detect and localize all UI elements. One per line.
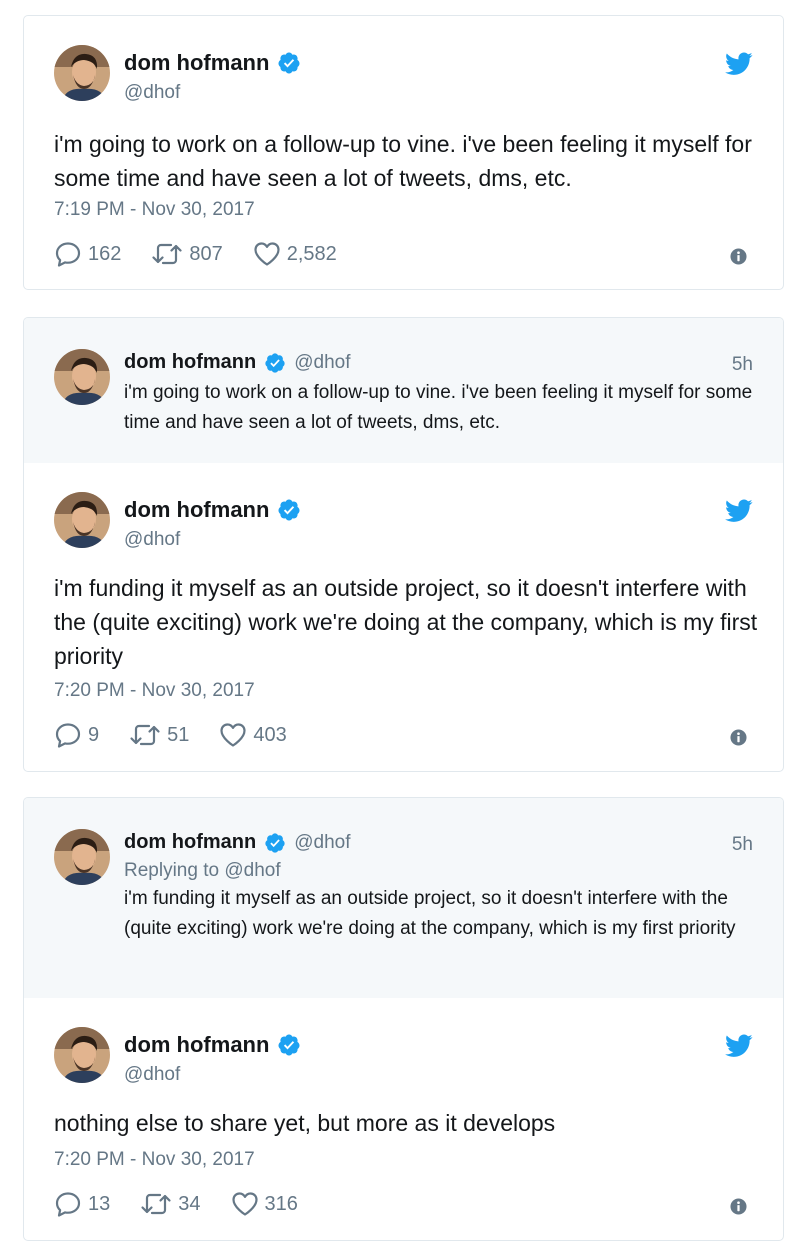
verified-badge-icon [277, 51, 301, 75]
author-handle[interactable]: @dhof [294, 832, 350, 854]
author-name-text[interactable]: dom hofmann [124, 497, 269, 523]
info-icon[interactable] [730, 1198, 747, 1215]
retweet-icon [129, 721, 161, 749]
tweet-text: i'm funding it myself as an outside proj… [54, 575, 758, 669]
twitter-bird-icon[interactable] [725, 1034, 753, 1058]
reply-button[interactable]: 9 [54, 721, 99, 749]
like-icon [231, 1190, 259, 1218]
like-icon [253, 240, 281, 268]
like-button[interactable]: 316 [231, 1190, 298, 1218]
reply-button[interactable]: 162 [54, 240, 121, 268]
tweet-card: dom hofmann @dhof i'm going to work on a… [23, 15, 784, 290]
twitter-bird-icon[interactable] [725, 52, 753, 76]
retweet-button[interactable]: 34 [140, 1190, 201, 1218]
reply-count: 13 [88, 1192, 111, 1215]
author-handle[interactable]: @dhof [124, 82, 180, 104]
like-button[interactable]: 2,582 [253, 240, 337, 268]
retweet-icon [140, 1190, 172, 1218]
like-icon [219, 721, 247, 749]
author-handle[interactable]: @dhof [124, 1064, 180, 1086]
author-handle[interactable]: @dhof [294, 352, 350, 374]
tweet: dom hofmann @dhof i'm funding it myself … [24, 463, 783, 772]
avatar[interactable] [54, 829, 110, 885]
author-name[interactable]: dom hofmann [124, 497, 301, 523]
author-name[interactable]: dom hofmann [124, 831, 256, 854]
tweet-actions: 9 51 403 [54, 721, 317, 749]
parent-tweet-age[interactable]: 5h [732, 354, 753, 376]
parent-tweet-text: i'm going to work on a follow-up to vine… [124, 382, 753, 433]
avatar[interactable] [54, 45, 110, 101]
tweet-timestamp[interactable]: 7:20 PM - Nov 30, 2017 [54, 680, 255, 702]
parent-tweet[interactable]: dom hofmann @dhof 5h Replying to @dhof i… [24, 798, 783, 998]
avatar[interactable] [54, 492, 110, 548]
retweet-count: 34 [178, 1192, 201, 1215]
like-count: 403 [253, 723, 287, 746]
tweet-text: nothing else to share yet, but more as i… [54, 1110, 556, 1136]
reply-icon [54, 1190, 82, 1218]
retweet-count: 51 [167, 723, 190, 746]
twitter-bird-icon[interactable] [725, 499, 753, 523]
retweet-button[interactable]: 807 [151, 240, 223, 268]
parent-tweet-header: dom hofmann @dhof [124, 351, 351, 374]
retweet-icon [151, 240, 183, 268]
reply-icon [54, 240, 82, 268]
author-name-text[interactable]: dom hofmann [124, 1032, 269, 1058]
like-count: 316 [264, 1192, 298, 1215]
replying-to[interactable]: Replying to @dhof [124, 860, 281, 882]
reply-icon [54, 721, 82, 749]
reply-count: 162 [88, 242, 122, 265]
tweet: dom hofmann @dhof nothing else to share … [24, 998, 783, 1241]
parent-tweet-text: i'm funding it myself as an outside proj… [124, 888, 736, 939]
verified-badge-icon [277, 498, 301, 522]
author-name-text[interactable]: dom hofmann [124, 50, 269, 76]
retweet-button[interactable]: 51 [129, 721, 189, 749]
tweet-timestamp[interactable]: 7:19 PM - Nov 30, 2017 [54, 199, 255, 221]
reply-button[interactable]: 13 [54, 1190, 110, 1218]
verified-badge-icon [264, 832, 286, 854]
parent-tweet-header: dom hofmann @dhof [124, 831, 351, 854]
tweet-actions: 13 34 316 [54, 1190, 328, 1218]
tweet-timestamp[interactable]: 7:20 PM - Nov 30, 2017 [54, 1149, 255, 1171]
parent-tweet-age[interactable]: 5h [732, 834, 753, 856]
tweet-text: i'm going to work on a follow-up to vine… [54, 131, 752, 191]
verified-badge-icon [264, 352, 286, 374]
reply-count: 9 [88, 723, 100, 746]
like-count: 2,582 [286, 242, 337, 265]
author-name[interactable]: dom hofmann [124, 50, 301, 76]
parent-tweet[interactable]: dom hofmann @dhof 5h i'm going to work o… [24, 318, 783, 463]
author-handle[interactable]: @dhof [124, 529, 180, 551]
tweet-actions: 162 807 2,582 [54, 240, 367, 268]
avatar[interactable] [54, 349, 110, 405]
info-icon[interactable] [730, 248, 747, 265]
like-button[interactable]: 403 [219, 721, 287, 749]
author-name[interactable]: dom hofmann [124, 351, 256, 374]
avatar[interactable] [54, 1027, 110, 1083]
author-name[interactable]: dom hofmann [124, 1032, 301, 1058]
tweet-card: dom hofmann @dhof 5h i'm going to work o… [23, 317, 784, 772]
verified-badge-icon [277, 1033, 301, 1057]
info-icon[interactable] [730, 729, 747, 746]
retweet-count: 807 [189, 242, 223, 265]
tweet-card: dom hofmann @dhof 5h Replying to @dhof i… [23, 797, 784, 1241]
